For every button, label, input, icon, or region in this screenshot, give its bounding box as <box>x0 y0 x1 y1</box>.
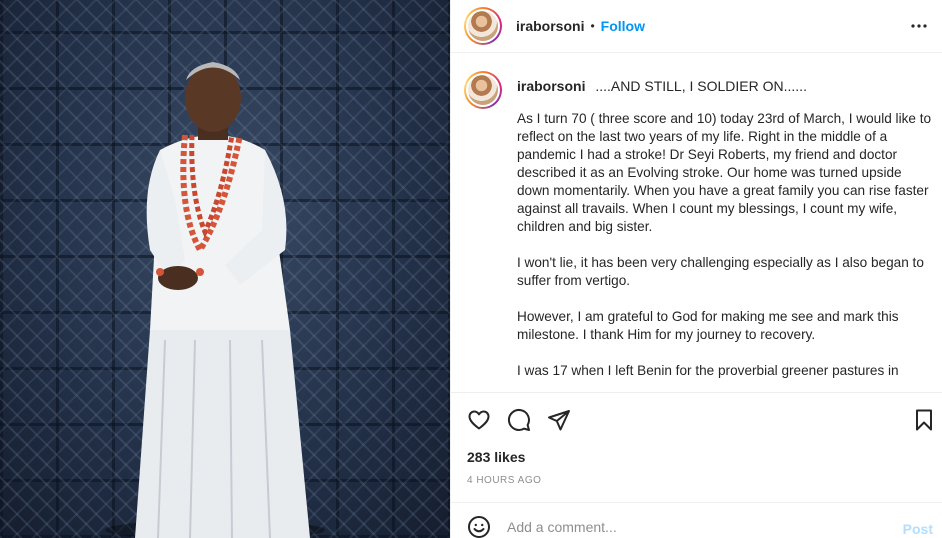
caption-paragraph: However, I am grateful to God for making… <box>517 309 899 342</box>
comment-icon[interactable] <box>506 407 532 433</box>
header-username[interactable]: iraborsoni <box>516 18 584 34</box>
caption-paragraph: I won't lie, it has been very challengin… <box>517 255 924 288</box>
caption-paragraph: I was 17 when I left Benin for the prove… <box>517 363 899 378</box>
post-photo-subject <box>105 62 325 538</box>
avatar[interactable] <box>464 7 502 45</box>
caption-avatar[interactable] <box>464 71 502 109</box>
comment-input[interactable] <box>507 519 867 535</box>
caption-paragraph: As I turn 70 ( three score and 10) today… <box>517 111 932 234</box>
follow-button[interactable]: Follow <box>601 18 645 34</box>
bookmark-icon[interactable] <box>911 407 937 433</box>
likes-count[interactable]: 283 likes <box>467 449 525 465</box>
caption-body: As I turn 70 ( three score and 10) today… <box>517 110 937 392</box>
post-comment-button[interactable]: Post <box>903 521 933 537</box>
emoji-icon[interactable] <box>467 515 491 538</box>
post-timestamp: 4 HOURS AGO <box>467 475 542 486</box>
post-photo[interactable] <box>0 0 450 538</box>
caption-username[interactable]: iraborsoni <box>517 78 585 94</box>
more-options-icon[interactable] <box>907 14 931 38</box>
post-panel: iraborsoni • Follow iraborsoni ....AND S… <box>450 0 942 538</box>
caption-section: iraborsoni ....AND STILL, I SOLDIER ON..… <box>451 54 942 392</box>
comment-bar: Post <box>451 502 942 538</box>
caption-header: iraborsoni ....AND STILL, I SOLDIER ON..… <box>517 78 807 94</box>
action-bar: 283 likes 4 HOURS AGO <box>451 392 942 502</box>
caption-title: ....AND STILL, I SOLDIER ON...... <box>595 78 807 94</box>
share-icon[interactable] <box>546 407 572 433</box>
heart-icon[interactable] <box>466 407 492 433</box>
post-header: iraborsoni • Follow <box>451 0 942 53</box>
separator-dot: • <box>590 19 595 33</box>
